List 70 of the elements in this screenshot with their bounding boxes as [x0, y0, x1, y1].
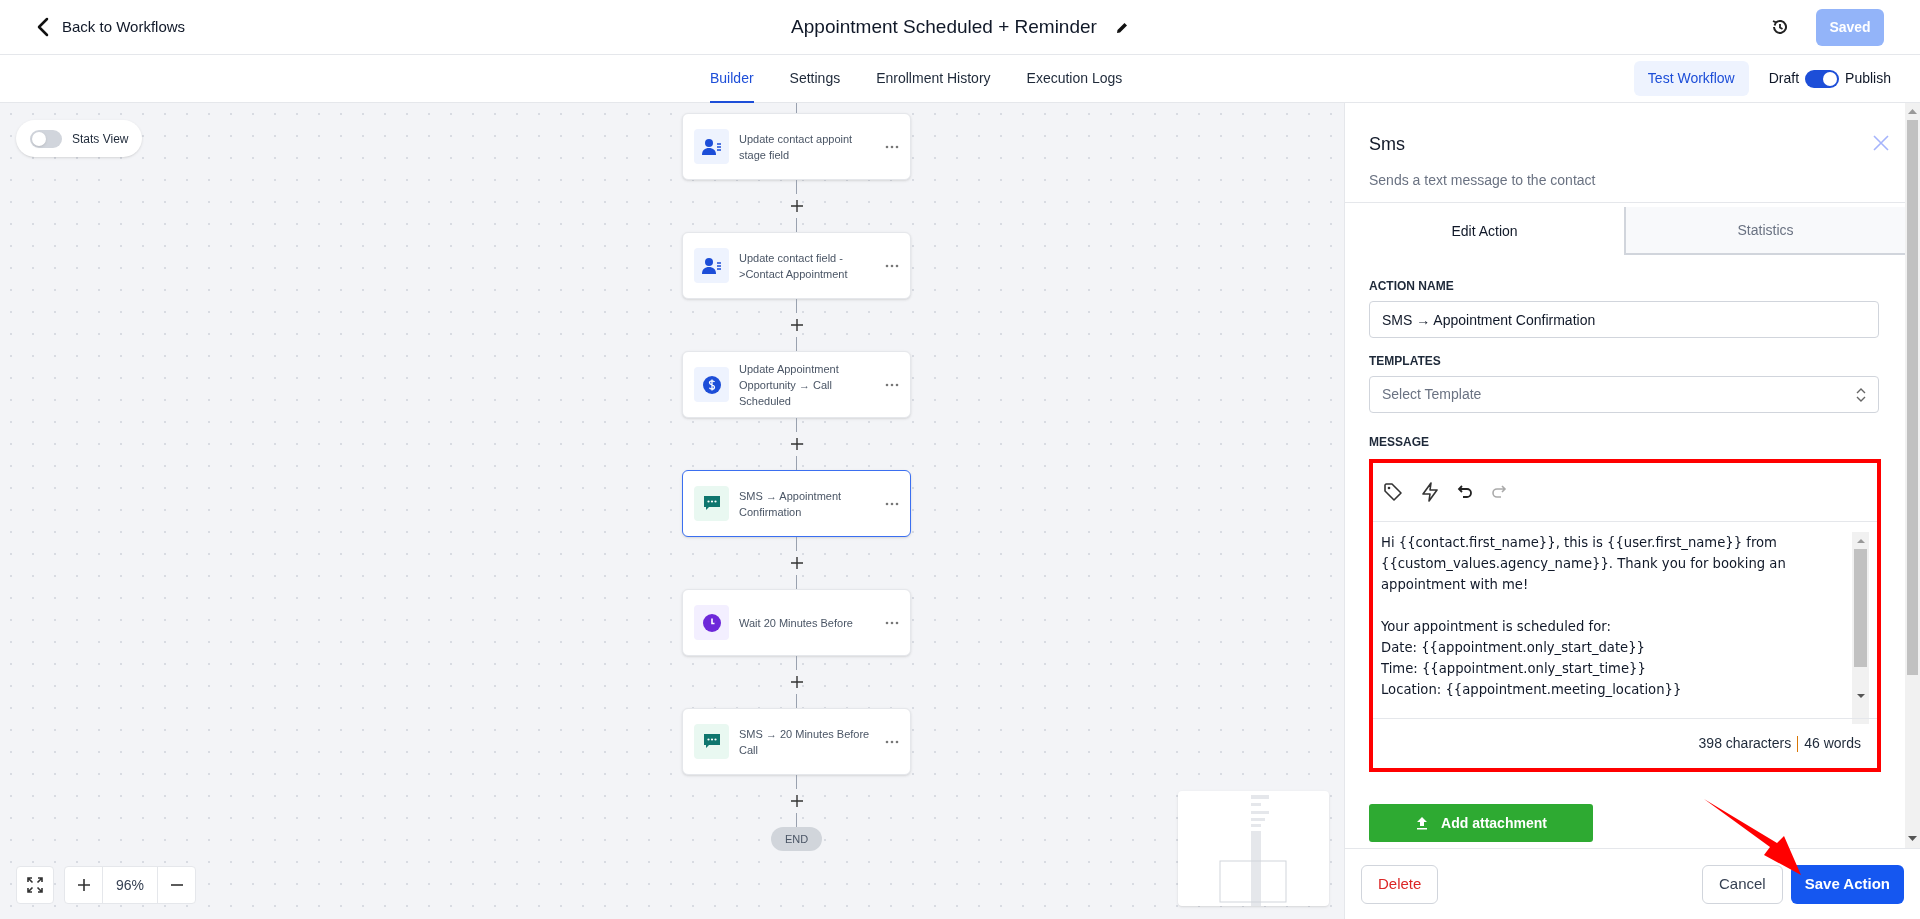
workflow-step-card[interactable]: Update contact field ->Contact Appointment: [682, 232, 911, 299]
field-label: MESSAGE: [1369, 434, 1430, 451]
step-label: Update contact appoint stage field: [739, 131, 854, 163]
clock-icon: [702, 613, 721, 632]
back-link[interactable]: Back to Workflows: [62, 15, 186, 39]
history-icon[interactable]: [1770, 17, 1790, 37]
add-step-icon[interactable]: [790, 795, 803, 807]
step-label: Update contact field ->Contact Appointment: [739, 250, 849, 282]
contact-list-icon: [701, 137, 722, 156]
scroll-down-icon[interactable]: [1908, 834, 1917, 842]
nav-tab[interactable]: Settings: [789, 55, 841, 103]
delete-button[interactable]: Delete: [1361, 864, 1439, 904]
save-button[interactable]: Save Action: [1790, 864, 1904, 904]
workflow-title: Appointment Scheduled + Reminder: [791, 15, 1097, 40]
scrollbar[interactable]: [1905, 103, 1920, 848]
chevron-updown-icon: [1856, 386, 1866, 403]
more-icon[interactable]: [885, 144, 899, 149]
test-workflow-button[interactable]: Test Workflow: [1633, 61, 1749, 96]
nav-tab[interactable]: Execution Logs: [1026, 55, 1123, 103]
expand-icon: [26, 876, 44, 894]
pencil-icon[interactable]: [1114, 20, 1129, 35]
end-marker: END: [770, 827, 823, 851]
more-icon[interactable]: [885, 501, 899, 506]
template-select[interactable]: Select Template: [1369, 376, 1879, 413]
workflow-step-card[interactable]: SMS → Appointment Confirmation: [682, 470, 911, 537]
dollar-icon: [702, 375, 721, 394]
add-step-icon[interactable]: [790, 200, 803, 212]
plus-icon: [76, 878, 91, 892]
zoom-level: 96%: [115, 875, 145, 895]
workflow-step-card[interactable]: SMS → 20 Minutes Before Call: [682, 708, 911, 775]
action-name-field[interactable]: SMS → Appointment Confirmation: [1369, 301, 1879, 338]
scrollbar[interactable]: [1852, 532, 1869, 725]
step-label: Update Appointment Opportunity → Call Scheduled: [739, 361, 840, 409]
upload-icon: [1415, 816, 1430, 830]
tag-icon[interactable]: [1383, 482, 1403, 503]
workflow-step-card[interactable]: Wait 20 Minutes Before: [682, 589, 911, 656]
fit-view-button[interactable]: [16, 866, 54, 904]
more-icon[interactable]: [885, 739, 899, 744]
panel-title: Sms: [1369, 133, 1406, 156]
stats-view-toggle[interactable]: Stats View: [16, 120, 143, 157]
workflow-step-card[interactable]: Update Appointment Opportunity → Call Scheduled: [682, 351, 911, 418]
more-icon[interactable]: [885, 382, 899, 387]
add-step-icon[interactable]: [790, 438, 803, 450]
publish-toggle[interactable]: [1805, 69, 1840, 88]
more-icon[interactable]: [885, 620, 899, 625]
message-field[interactable]: Hi {{contact.first_name}}, this is {{user.first_name}} from {{custom_values.agency_name}}. Thank you for booking an appointment with me! Your appointment is scheduled for: Date: {{appointment.only_start_date}} Time: {{appointment.only_start_time}} Location: {{appointment.meeting_location}}: [1381, 532, 1852, 719]
field-label: ACTION NAME: [1369, 278, 1455, 295]
scroll-down-icon[interactable]: [1856, 692, 1865, 701]
more-icon[interactable]: [885, 263, 899, 268]
nav-tab[interactable]: Enrollment History: [876, 55, 991, 103]
undo-icon[interactable]: [1457, 484, 1473, 501]
panel-tab[interactable]: Statistics: [1626, 207, 1905, 255]
chat-bubble-icon: [702, 495, 721, 512]
step-label: SMS → 20 Minutes Before Call: [739, 726, 871, 758]
word-count: 46 words: [1804, 734, 1861, 754]
lightning-icon[interactable]: [1421, 482, 1439, 503]
field-label: TEMPLATES: [1369, 353, 1442, 370]
cancel-button[interactable]: Cancel: [1702, 864, 1783, 904]
step-label: SMS → Appointment Confirmation: [739, 488, 843, 520]
contact-list-icon: [701, 256, 722, 275]
draft-label: Draft: [1768, 69, 1800, 88]
add-step-icon[interactable]: [790, 557, 803, 569]
publish-label: Publish: [1845, 69, 1891, 88]
panel-subtitle: Sends a text message to the contact: [1369, 171, 1597, 190]
step-label: Wait 20 Minutes Before: [739, 615, 854, 631]
chat-bubble-icon: [702, 733, 721, 750]
add-step-icon[interactable]: [790, 319, 803, 331]
character-count: 398 characters: [1698, 734, 1792, 754]
workflow-step-card[interactable]: Update contact appoint stage field: [682, 113, 911, 180]
add-step-icon[interactable]: [790, 676, 803, 688]
